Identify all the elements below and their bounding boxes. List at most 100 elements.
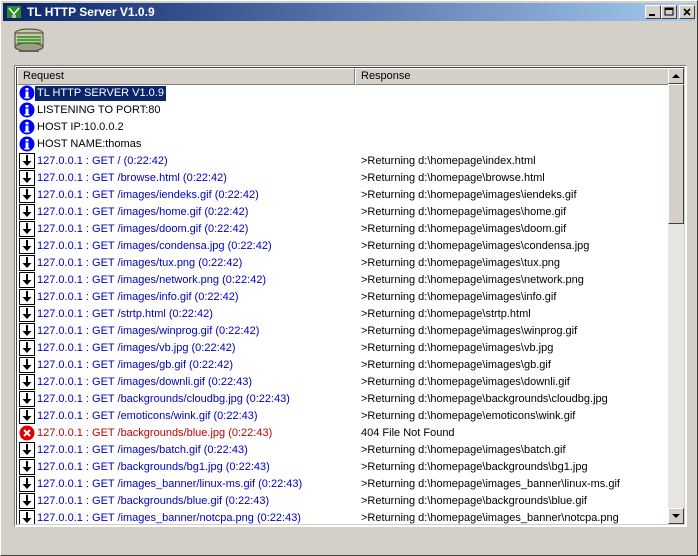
list-header: Request Response bbox=[17, 68, 672, 85]
log-row[interactable]: 127.0.0.1 : GET /images/tux.png (0:22:42… bbox=[17, 255, 672, 272]
request-text: 127.0.0.1 : GET /images/condensa.jpg (0:… bbox=[37, 240, 272, 252]
log-row[interactable]: 127.0.0.1 : GET /backgrounds/bg1.jpg (0:… bbox=[17, 459, 672, 476]
log-row[interactable]: 127.0.0.1 : GET /images/info.gif (0:22:4… bbox=[17, 289, 672, 306]
response-text: >Returning d:\homepage\backgrounds\bg1.j… bbox=[361, 461, 588, 473]
download-arrow-icon bbox=[19, 459, 35, 475]
server-stack-icon[interactable] bbox=[11, 25, 47, 57]
response-text: >Returning d:\homepage\images\batch.gif bbox=[361, 444, 566, 456]
response-text: >Returning d:\homepage\images\condensa.j… bbox=[361, 240, 590, 252]
minimize-button[interactable] bbox=[645, 5, 661, 19]
log-row[interactable]: 127.0.0.1 : GET /backgrounds/blue.jpg (0… bbox=[17, 425, 672, 442]
request-text: 127.0.0.1 : GET /images/gb.gif (0:22:42) bbox=[37, 359, 234, 371]
log-row[interactable]: HOST NAME:thomas bbox=[17, 136, 672, 153]
download-arrow-icon bbox=[19, 221, 35, 237]
maximize-icon bbox=[664, 7, 674, 16]
response-text: >Returning d:\homepage\backgrounds\blue.… bbox=[361, 495, 587, 507]
scrollbar-thumb[interactable] bbox=[668, 84, 684, 224]
response-text: >Returning d:\homepage\images\network.pn… bbox=[361, 274, 584, 286]
request-text: 127.0.0.1 : GET /images/winprog.gif (0:2… bbox=[37, 325, 260, 337]
request-log-list[interactable]: Request Response TL HTTP SERVER V1.0.9 LI… bbox=[14, 65, 687, 527]
request-text: 127.0.0.1 : GET /images/network.png (0:2… bbox=[37, 274, 267, 286]
request-text: 127.0.0.1 : GET /backgrounds/blue.gif (0… bbox=[37, 495, 270, 507]
log-row[interactable]: 127.0.0.1 : GET /images/batch.gif (0:22:… bbox=[17, 442, 672, 459]
scroll-down-button[interactable] bbox=[668, 508, 684, 524]
response-text: >Returning d:\homepage\browse.html bbox=[361, 172, 545, 184]
log-row[interactable]: 127.0.0.1 : GET /images/home.gif (0:22:4… bbox=[17, 204, 672, 221]
column-header-request[interactable]: Request bbox=[17, 68, 355, 85]
download-arrow-icon bbox=[19, 306, 35, 322]
log-row[interactable]: TL HTTP SERVER V1.0.9 bbox=[17, 85, 672, 102]
title-bar[interactable]: TL HTTP Server V1.0.9 bbox=[3, 3, 695, 21]
request-text: 127.0.0.1 : GET /backgrounds/blue.jpg (0… bbox=[37, 427, 273, 439]
scroll-up-arrow-icon bbox=[672, 74, 680, 78]
log-row[interactable]: 127.0.0.1 : GET /images/iendeks.gif (0:2… bbox=[17, 187, 672, 204]
request-text: LISTENING TO PORT:80 bbox=[37, 104, 161, 116]
download-arrow-icon bbox=[19, 357, 35, 373]
download-arrow-icon bbox=[19, 442, 35, 458]
log-row[interactable]: 127.0.0.1 : GET /images/network.png (0:2… bbox=[17, 272, 672, 289]
request-text: 127.0.0.1 : GET / (0:22:42) bbox=[37, 155, 168, 167]
response-text: >Returning d:\homepage\strtp.html bbox=[361, 308, 531, 320]
log-row[interactable]: 127.0.0.1 : GET /backgrounds/blue.gif (0… bbox=[17, 493, 672, 510]
download-arrow-icon bbox=[19, 272, 35, 288]
request-text: 127.0.0.1 : GET /images_banner/notcpa.pn… bbox=[37, 512, 301, 524]
response-text: >Returning d:\homepage\images\vb.jpg bbox=[361, 342, 554, 354]
log-row[interactable]: 127.0.0.1 : GET /images/condensa.jpg (0:… bbox=[17, 238, 672, 255]
request-text: 127.0.0.1 : GET /images/tux.png (0:22:42… bbox=[37, 257, 243, 269]
close-icon bbox=[683, 8, 691, 16]
download-arrow-icon bbox=[19, 476, 35, 492]
log-row[interactable]: 127.0.0.1 : GET /images/winprog.gif (0:2… bbox=[17, 323, 672, 340]
log-row[interactable]: 127.0.0.1 : GET /backgrounds/cloudbg.jpg… bbox=[17, 391, 672, 408]
log-row[interactable]: 127.0.0.1 : GET /images_banner/linux-ms.… bbox=[17, 476, 672, 493]
scroll-down-arrow-icon bbox=[672, 514, 680, 518]
download-arrow-icon bbox=[19, 187, 35, 203]
response-text: >Returning d:\homepage\images\info.gif bbox=[361, 291, 557, 303]
maximize-button[interactable] bbox=[661, 5, 677, 19]
response-text: >Returning d:\homepage\images\downli.gif bbox=[361, 376, 570, 388]
request-text: TL HTTP SERVER V1.0.9 bbox=[34, 85, 167, 102]
log-row[interactable]: 127.0.0.1 : GET /images/vb.jpg (0:22:42)… bbox=[17, 340, 672, 357]
request-text: 127.0.0.1 : GET /images/vb.jpg (0:22:42) bbox=[37, 342, 236, 354]
log-row[interactable]: 127.0.0.1 : GET /images_banner/notcpa.pn… bbox=[17, 510, 672, 524]
response-text: >Returning d:\homepage\images\tux.png bbox=[361, 257, 561, 269]
app-icon bbox=[7, 6, 21, 18]
info-icon bbox=[19, 119, 35, 135]
log-row[interactable]: 127.0.0.1 : GET / (0:22:42) >Returning d:… bbox=[17, 153, 672, 170]
request-text: HOST IP:10.0.0.2 bbox=[37, 121, 124, 133]
request-text: 127.0.0.1 : GET /images/batch.gif (0:22:… bbox=[37, 444, 248, 456]
info-icon bbox=[19, 85, 35, 101]
download-arrow-icon bbox=[19, 493, 35, 509]
response-text: >Returning d:\homepage\images\gb.gif bbox=[361, 359, 551, 371]
log-row[interactable]: 127.0.0.1 : GET /emoticons/wink.gif (0:2… bbox=[17, 408, 672, 425]
minimize-icon bbox=[649, 14, 655, 16]
download-arrow-icon bbox=[19, 238, 35, 254]
vertical-scrollbar[interactable] bbox=[668, 68, 684, 524]
request-text: 127.0.0.1 : GET /images/home.gif (0:22:4… bbox=[37, 206, 249, 218]
log-row[interactable]: 127.0.0.1 : GET /browse.html (0:22:42) >R… bbox=[17, 170, 672, 187]
app-window: TL HTTP Server V1.0.9 Request Response T… bbox=[0, 0, 698, 556]
list-inner: Request Response TL HTTP SERVER V1.0.9 LI… bbox=[16, 67, 685, 525]
scroll-up-button[interactable] bbox=[668, 68, 684, 84]
log-row[interactable]: LISTENING TO PORT:80 bbox=[17, 102, 672, 119]
log-rows: TL HTTP SERVER V1.0.9 LISTENING TO PORT:8… bbox=[17, 85, 672, 524]
request-text: 127.0.0.1 : GET /backgrounds/bg1.jpg (0:… bbox=[37, 461, 270, 473]
info-icon bbox=[19, 102, 35, 118]
column-header-response[interactable]: Response bbox=[355, 68, 672, 85]
download-arrow-icon bbox=[19, 289, 35, 305]
log-row[interactable]: 127.0.0.1 : GET /images/downli.gif (0:22… bbox=[17, 374, 672, 391]
request-text: 127.0.0.1 : GET /browse.html (0:22:42) bbox=[37, 172, 227, 184]
request-text: 127.0.0.1 : GET /strtp.html (0:22:42) bbox=[37, 308, 213, 320]
close-button[interactable] bbox=[679, 5, 695, 19]
log-row[interactable]: HOST IP:10.0.0.2 bbox=[17, 119, 672, 136]
download-arrow-icon bbox=[19, 170, 35, 186]
log-row[interactable]: 127.0.0.1 : GET /strtp.html (0:22:42) >Re… bbox=[17, 306, 672, 323]
request-text: 127.0.0.1 : GET /emoticons/wink.gif (0:2… bbox=[37, 410, 258, 422]
request-text: 127.0.0.1 : GET /images_banner/linux-ms.… bbox=[37, 478, 303, 490]
info-icon bbox=[19, 136, 35, 152]
response-text: >Returning d:\homepage\emoticons\wink.gi… bbox=[361, 410, 576, 422]
response-text: >Returning d:\homepage\images\doom.gif bbox=[361, 223, 567, 235]
download-arrow-icon bbox=[19, 255, 35, 271]
log-row[interactable]: 127.0.0.1 : GET /images/gb.gif (0:22:42)… bbox=[17, 357, 672, 374]
log-row[interactable]: 127.0.0.1 : GET /images/doom.gif (0:22:4… bbox=[17, 221, 672, 238]
response-text: >Returning d:\homepage\backgrounds\cloud… bbox=[361, 393, 608, 405]
